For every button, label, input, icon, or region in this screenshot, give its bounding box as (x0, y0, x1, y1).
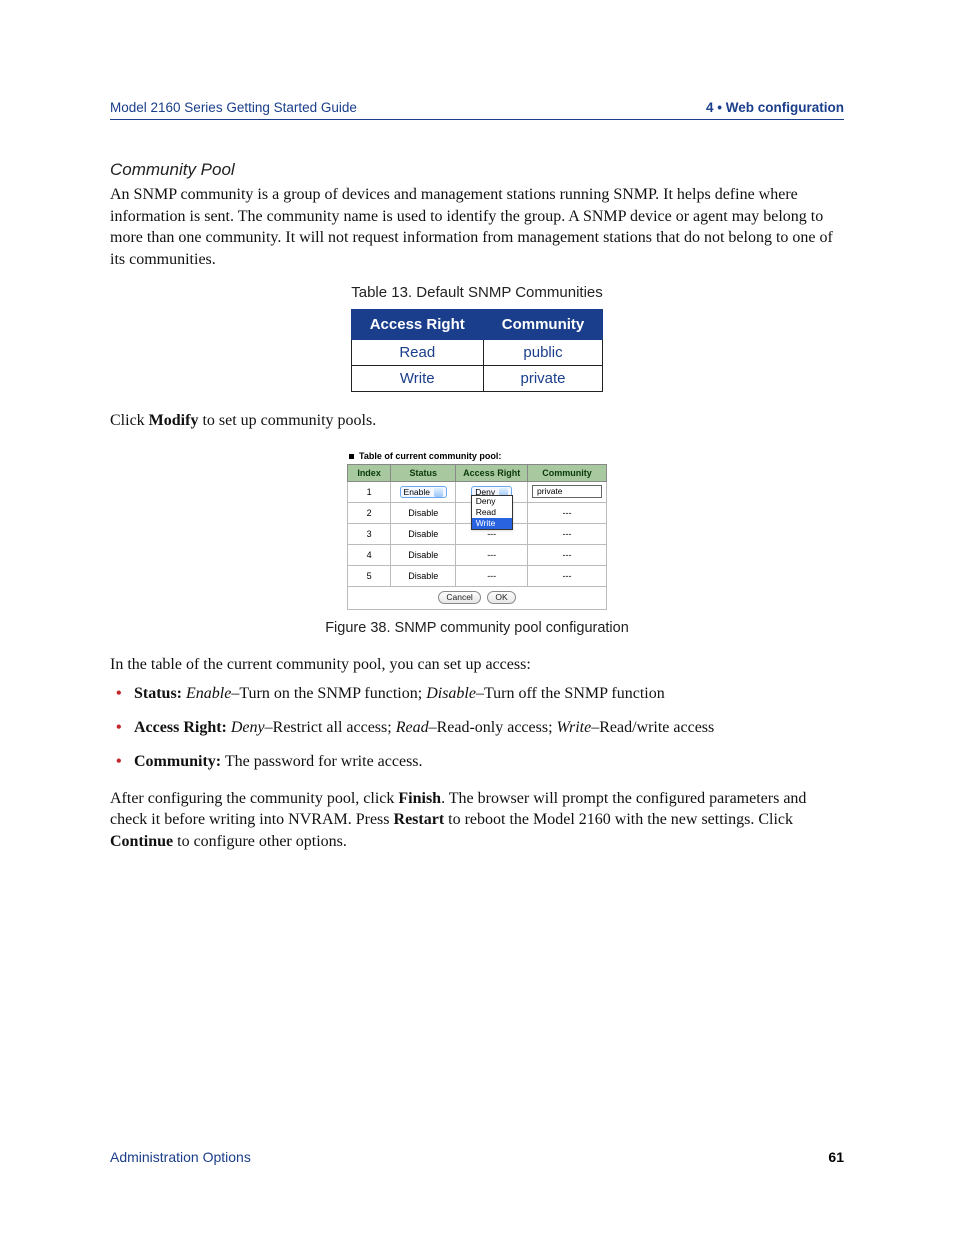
table-row: 1 Enable Deny Deny Read Write private (348, 481, 607, 502)
page-number: 61 (828, 1149, 844, 1165)
ok-button[interactable]: OK (487, 591, 515, 604)
cancel-button[interactable]: Cancel (438, 591, 480, 604)
figure-38: Table of current community pool: Index S… (110, 446, 844, 610)
intro-paragraph: An SNMP community is a group of devices … (110, 184, 844, 270)
finish-keyword: Finish (398, 790, 441, 807)
cell-community: private (483, 366, 603, 392)
bullet-list: Status: Enable–Turn on the SNMP function… (110, 682, 844, 774)
section-heading: Community Pool (110, 160, 844, 180)
text: Deny–Restrict all access; Read–Read-only… (227, 719, 714, 736)
cell-access: Read (351, 340, 483, 366)
cell-access: --- (456, 544, 528, 565)
cell-index: 3 (348, 523, 391, 544)
cell-access: --- (456, 565, 528, 586)
table13-header-community: Community (483, 310, 603, 340)
table-row: 5 Disable --- --- (348, 565, 607, 586)
cell-community: --- (528, 523, 607, 544)
running-footer: Administration Options 61 (110, 1149, 844, 1165)
col-access: Access Right (456, 464, 528, 481)
col-community: Community (528, 464, 607, 481)
continue-keyword: Continue (110, 833, 173, 850)
table-row: 4 Disable --- --- (348, 544, 607, 565)
header-left: Model 2160 Series Getting Started Guide (110, 100, 357, 115)
footer-left: Administration Options (110, 1149, 251, 1165)
cell-status: Disable (391, 523, 456, 544)
page: Model 2160 Series Getting Started Guide … (0, 0, 954, 1235)
cell-community: public (483, 340, 603, 366)
table13-caption: Table 13. Default SNMP Communities (110, 284, 844, 301)
cell-index: 4 (348, 544, 391, 565)
dropdown-option[interactable]: Deny (472, 496, 512, 507)
access-intro: In the table of the current community po… (110, 654, 844, 676)
dropdown-option-selected[interactable]: Write (472, 518, 512, 529)
modify-instruction: Click Modify to set up community pools. (110, 410, 844, 432)
button-row: Cancel OK (348, 586, 607, 609)
cell-community: --- (528, 565, 607, 586)
list-item: Status: Enable–Turn on the SNMP function… (134, 682, 844, 706)
community-input[interactable]: private (532, 485, 602, 498)
table-row: Read public (351, 340, 603, 366)
table13-header-access: Access Right (351, 310, 483, 340)
figure-title: Table of current community pool: (349, 451, 607, 461)
cell-community: --- (528, 502, 607, 523)
community-pool-table: Index Status Access Right Community 1 En… (347, 464, 607, 610)
restart-keyword: Restart (394, 811, 445, 828)
dropdown-option[interactable]: Read (472, 507, 512, 518)
text: The password for write access. (221, 753, 422, 770)
modify-keyword: Modify (149, 412, 199, 429)
col-status: Status (391, 464, 456, 481)
table13: Access Right Community Read public Write… (351, 309, 604, 392)
text: Click (110, 412, 149, 429)
text: Enable–Turn on the SNMP function; Disabl… (182, 685, 665, 702)
cell-status: Disable (391, 565, 456, 586)
list-item: Community: The password for write access… (134, 750, 844, 774)
status-select[interactable]: Enable (400, 486, 447, 498)
col-index: Index (348, 464, 391, 481)
bullet-icon (349, 454, 354, 459)
cell-community: --- (528, 544, 607, 565)
text: to set up community pools. (198, 412, 376, 429)
access-right-dropdown[interactable]: Deny Read Write (471, 495, 513, 530)
header-right: 4 • Web configuration (706, 100, 844, 115)
cell-access: Write (351, 366, 483, 392)
figure-caption: Figure 38. SNMP community pool configura… (110, 620, 844, 636)
cell-status: Disable (391, 544, 456, 565)
cell-status: Disable (391, 502, 456, 523)
running-header: Model 2160 Series Getting Started Guide … (110, 100, 844, 120)
table-row: Write private (351, 366, 603, 392)
list-item: Access Right: Deny–Restrict all access; … (134, 716, 844, 740)
cell-index: 2 (348, 502, 391, 523)
finish-paragraph: After configuring the community pool, cl… (110, 788, 844, 853)
cell-index: 1 (348, 481, 391, 502)
cell-index: 5 (348, 565, 391, 586)
